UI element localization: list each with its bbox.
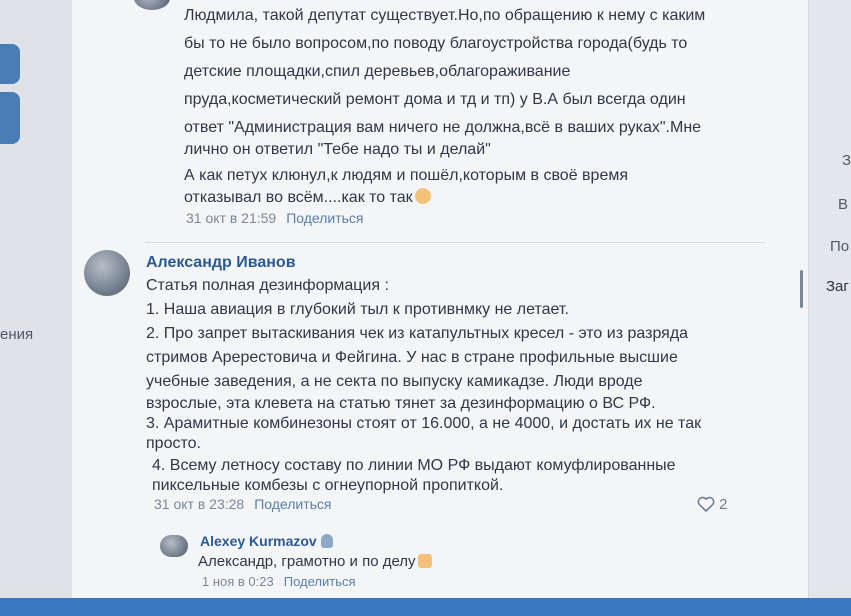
comment-1-share-link[interactable]: Поделиться (286, 210, 363, 226)
right-nav-item[interactable]: По (830, 238, 849, 255)
comment-1-line: пруда,косметический ремонт дома и тд и т… (184, 91, 686, 108)
comment-2-line: учебные заведения, а не секта по выпуску… (146, 373, 643, 390)
comment-2-line: просто. (146, 435, 201, 452)
reply-author-wrap: Alexey Kurmazov (200, 533, 333, 549)
left-tab-1[interactable] (0, 44, 20, 84)
comment-2-line: стримов Аререстовича и Фейгина. У нас в … (146, 349, 678, 366)
avatar-alexey[interactable] (160, 535, 188, 557)
comment-1-line: А как петух клюнул,к людям и пошёл,котор… (184, 167, 628, 184)
left-tab-2[interactable] (0, 92, 20, 144)
comment-2-author[interactable]: Александр Иванов (146, 254, 296, 272)
page: ения Людмила, такой депутат существует.Н… (0, 0, 851, 616)
reply-date[interactable]: 1 ноя в 0:23 (202, 574, 274, 589)
comment-1-line: лично он ответил "Тебе надо ты и делай" (184, 141, 491, 158)
comment-2-line: Статья полная дезинформация : (146, 277, 389, 294)
right-nav-item[interactable]: З (842, 152, 851, 169)
comment-1-line: Людмила, такой депутат существует.Но,по … (184, 7, 706, 24)
like-count: 2 (719, 496, 728, 513)
avatar-aleksandr[interactable] (84, 250, 130, 296)
right-nav-item-active[interactable]: Заг (826, 278, 849, 295)
reply-text-wrap: Александр, грамотно и по делу (198, 550, 432, 574)
comment-1-meta: 31 окт в 21:59 Поделиться (186, 210, 364, 226)
comment-2-line: 1. Наша авиация в глубокий тыл к противн… (146, 301, 569, 318)
comment-2-line: 3. Арамитные комбинезоны стоят от 16.000… (146, 415, 702, 432)
reply-share-link[interactable]: Поделиться (284, 574, 356, 589)
comment-1-line: отказывал во всём....как то так (184, 189, 413, 206)
right-nav-item[interactable]: В (838, 196, 848, 213)
reply-text: Александр, грамотно и по делу (198, 553, 416, 570)
comment-1-line: детские площадки,спил деревьев,облагораж… (184, 63, 571, 80)
comment-1-last-line: отказывал во всём....как то так (184, 186, 431, 210)
comment-2-meta: 31 окт в 23:28 Поделиться (154, 496, 332, 512)
thumbs-up-icon (417, 554, 432, 568)
comment-1-line: ответ "Администрация вам ничего не должн… (184, 119, 702, 136)
heart-icon (697, 496, 715, 513)
comment-1-line: бы то не было вопросом,по поводу благоус… (184, 35, 688, 52)
reply-author[interactable]: Alexey Kurmazov (200, 533, 317, 549)
emoji-icon (414, 188, 431, 204)
right-sidebar (808, 0, 851, 600)
comment-divider (145, 242, 765, 243)
comment-2-date[interactable]: 31 окт в 23:28 (154, 496, 244, 512)
verified-badge-icon (320, 534, 333, 548)
like-button[interactable]: 2 (697, 496, 728, 513)
left-sidebar: ения (0, 0, 72, 600)
comment-1-date[interactable]: 31 окт в 21:59 (186, 210, 276, 226)
comment-2-line: пиксельные комбезы с огнеупорной пропитк… (152, 477, 504, 494)
left-sidebar-label[interactable]: ения (0, 326, 33, 343)
right-nav-active-indicator (800, 270, 803, 308)
bottom-bar (0, 598, 851, 616)
comment-2-line: 2. Про запрет вытаскивания чек из катапу… (146, 325, 689, 342)
reply-meta: 1 ноя в 0:23 Поделиться (202, 574, 356, 589)
comment-2-share-link[interactable]: Поделиться (254, 496, 331, 512)
